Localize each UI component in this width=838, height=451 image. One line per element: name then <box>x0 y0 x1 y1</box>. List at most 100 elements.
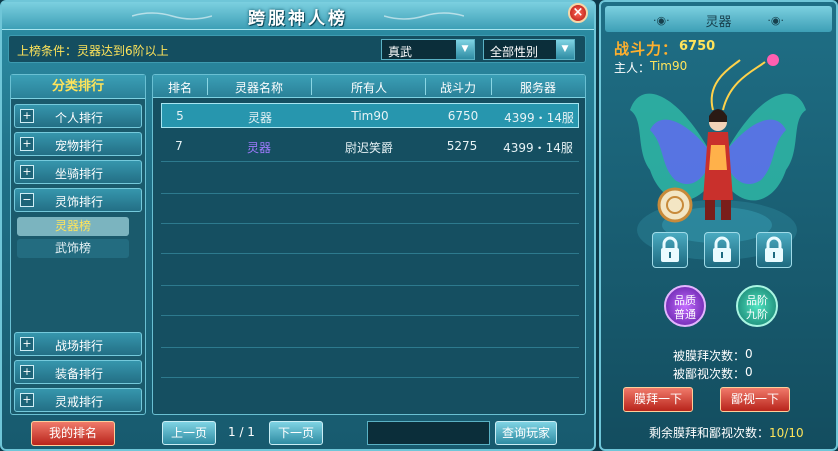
despise-count-value: 0 <box>745 365 753 379</box>
locked-slot-1[interactable] <box>652 232 688 268</box>
quality-orb-line1: 品质 <box>674 294 696 307</box>
lock-icon <box>765 236 783 262</box>
column-header-rank: 排名 <box>167 81 192 95</box>
lock-icon <box>661 236 679 262</box>
detail-title-bar: ·◉· 灵器 ·◉· <box>605 6 832 32</box>
cell-server: 4399・14服 <box>504 111 574 125</box>
category-label: 坐骑排行 <box>55 167 104 181</box>
subcategory-spirit-weapon[interactable]: 灵器榜 <box>17 217 129 236</box>
category-label: 灵饰排行 <box>55 195 104 209</box>
owner-label: 主人： <box>614 61 651 75</box>
row-divider <box>161 193 579 194</box>
category-label: 灵戒排行 <box>55 395 104 409</box>
row-divider <box>161 253 579 254</box>
category-label: 战场排行 <box>55 339 104 353</box>
remaining-count: 剩余膜拜和鄙视次数：10/10 <box>649 424 804 441</box>
plus-icon: + <box>20 137 34 151</box>
page-indicator: 1 / 1 <box>228 425 255 439</box>
row-divider <box>161 285 579 286</box>
category-panel: 分类排行 + 个人排行 + 宠物排行 + 坐骑排行 − 灵饰排行 灵器榜 武饰榜… <box>10 74 146 415</box>
ornament-right-icon: ·◉· <box>767 14 784 27</box>
power-label: 战斗力： <box>614 40 679 58</box>
cell-power: 6750 <box>447 109 479 123</box>
quality-orb[interactable]: 品质 普通 <box>664 285 706 327</box>
table-row[interactable]: 5 灵器 Tim90 6750 4399・14服 <box>161 103 579 128</box>
despise-button[interactable]: 鄙视一下 <box>720 387 790 412</box>
query-player-button[interactable]: 查询玩家 <box>495 421 557 445</box>
remaining-count-label: 剩余膜拜和鄙视次数： <box>649 426 770 440</box>
category-battlefield[interactable]: + 战场排行 <box>14 332 142 356</box>
despise-count-row: 被鄙视次数： 0 <box>673 365 753 382</box>
plus-icon: + <box>20 165 34 179</box>
column-header-power: 战斗力 <box>439 81 476 95</box>
power-value: 6750 <box>679 39 716 54</box>
ranking-table: 排名 灵器名称 所有人 战斗力 服务器 5 灵器 Tim90 6750 4399… <box>152 74 586 415</box>
detail-panel: ·◉· 灵器 ·◉· 战斗力： 6750 主人： Tim90 品质 普通 品阶 … <box>599 0 838 451</box>
cell-server: 4399・14服 <box>503 141 573 155</box>
worship-button[interactable]: 膜拜一下 <box>623 387 693 412</box>
player-search-input[interactable] <box>367 421 490 445</box>
column-divider <box>311 78 312 95</box>
cell-rank: 7 <box>175 139 183 153</box>
plus-icon: + <box>20 337 34 351</box>
category-pet[interactable]: + 宠物排行 <box>14 132 142 156</box>
column-header-owner: 所有人 <box>350 81 387 95</box>
despise-count-label: 被鄙视次数： <box>673 367 746 381</box>
cell-power: 5275 <box>446 139 478 153</box>
row-divider <box>161 223 579 224</box>
category-equipment[interactable]: + 装备排行 <box>14 360 142 384</box>
row-divider <box>161 377 579 378</box>
tier-orb[interactable]: 品阶 九阶 <box>736 285 778 327</box>
minus-icon: − <box>20 193 34 207</box>
row-divider <box>161 347 579 348</box>
title-ornament-right-icon <box>384 12 464 20</box>
ranking-condition: 上榜条件：灵器达到6阶以上 <box>17 44 169 58</box>
category-ornament[interactable]: − 灵饰排行 <box>14 188 142 212</box>
job-filter-select[interactable]: 真武 ▼ <box>381 39 475 60</box>
locked-slot-3[interactable] <box>756 232 792 268</box>
cell-owner: 尉迟笑爵 <box>344 141 393 155</box>
plus-icon: + <box>20 109 34 123</box>
detail-title: 灵器 <box>705 15 732 30</box>
remaining-count-value: 10/10 <box>769 426 804 440</box>
next-page-button[interactable]: 下一页 <box>269 421 323 445</box>
column-divider <box>207 78 208 95</box>
my-rank-button[interactable]: 我的排名 <box>31 421 115 446</box>
gender-filter-select[interactable]: 全部性别 ▼ <box>483 39 575 60</box>
plus-icon: + <box>20 365 34 379</box>
row-divider <box>161 315 579 316</box>
column-header-server: 服务器 <box>519 81 556 95</box>
category-ring[interactable]: + 灵戒排行 <box>14 388 142 412</box>
condition-bar: 上榜条件：灵器达到6阶以上 真武 ▼ 全部性别 ▼ <box>8 35 586 63</box>
quality-orb-line2: 普通 <box>674 308 696 321</box>
table-header: 排名 灵器名称 所有人 战斗力 服务器 <box>153 75 585 98</box>
worship-count-label: 被膜拜次数： <box>673 349 746 363</box>
category-header: 分类排行 <box>11 75 145 99</box>
cell-name: 灵器 <box>246 141 271 155</box>
dropdown-arrow-icon: ▼ <box>556 40 574 59</box>
category-label: 个人排行 <box>55 111 104 125</box>
window-title: 跨服神人榜 <box>248 9 348 29</box>
worship-count-row: 被膜拜次数： 0 <box>673 347 753 364</box>
table-row[interactable]: 7 灵器 尉迟笑爵 5275 4399・14服 <box>161 134 579 159</box>
dropdown-arrow-icon: ▼ <box>456 40 474 59</box>
category-mount[interactable]: + 坐骑排行 <box>14 160 142 184</box>
row-divider <box>161 161 579 162</box>
prev-page-button[interactable]: 上一页 <box>162 421 216 445</box>
category-personal[interactable]: + 个人排行 <box>14 104 142 128</box>
worship-count-value: 0 <box>745 347 753 361</box>
category-label: 宠物排行 <box>55 139 104 153</box>
column-header-name: 灵器名称 <box>234 81 283 95</box>
category-label: 装备排行 <box>55 367 104 381</box>
gender-filter-value: 全部性别 <box>490 45 539 59</box>
tier-orb-line1: 品阶 <box>746 294 768 307</box>
job-filter-value: 真武 <box>388 45 413 59</box>
title-bar: 跨服神人榜 × <box>2 2 594 30</box>
subcategory-martial-ornament[interactable]: 武饰榜 <box>17 239 129 258</box>
lock-icon <box>713 236 731 262</box>
plus-icon: + <box>20 393 34 407</box>
cell-name: 灵器 <box>247 111 272 125</box>
tier-orb-line2: 九阶 <box>746 308 768 321</box>
locked-slot-2[interactable] <box>704 232 740 268</box>
close-icon[interactable]: × <box>568 3 588 23</box>
